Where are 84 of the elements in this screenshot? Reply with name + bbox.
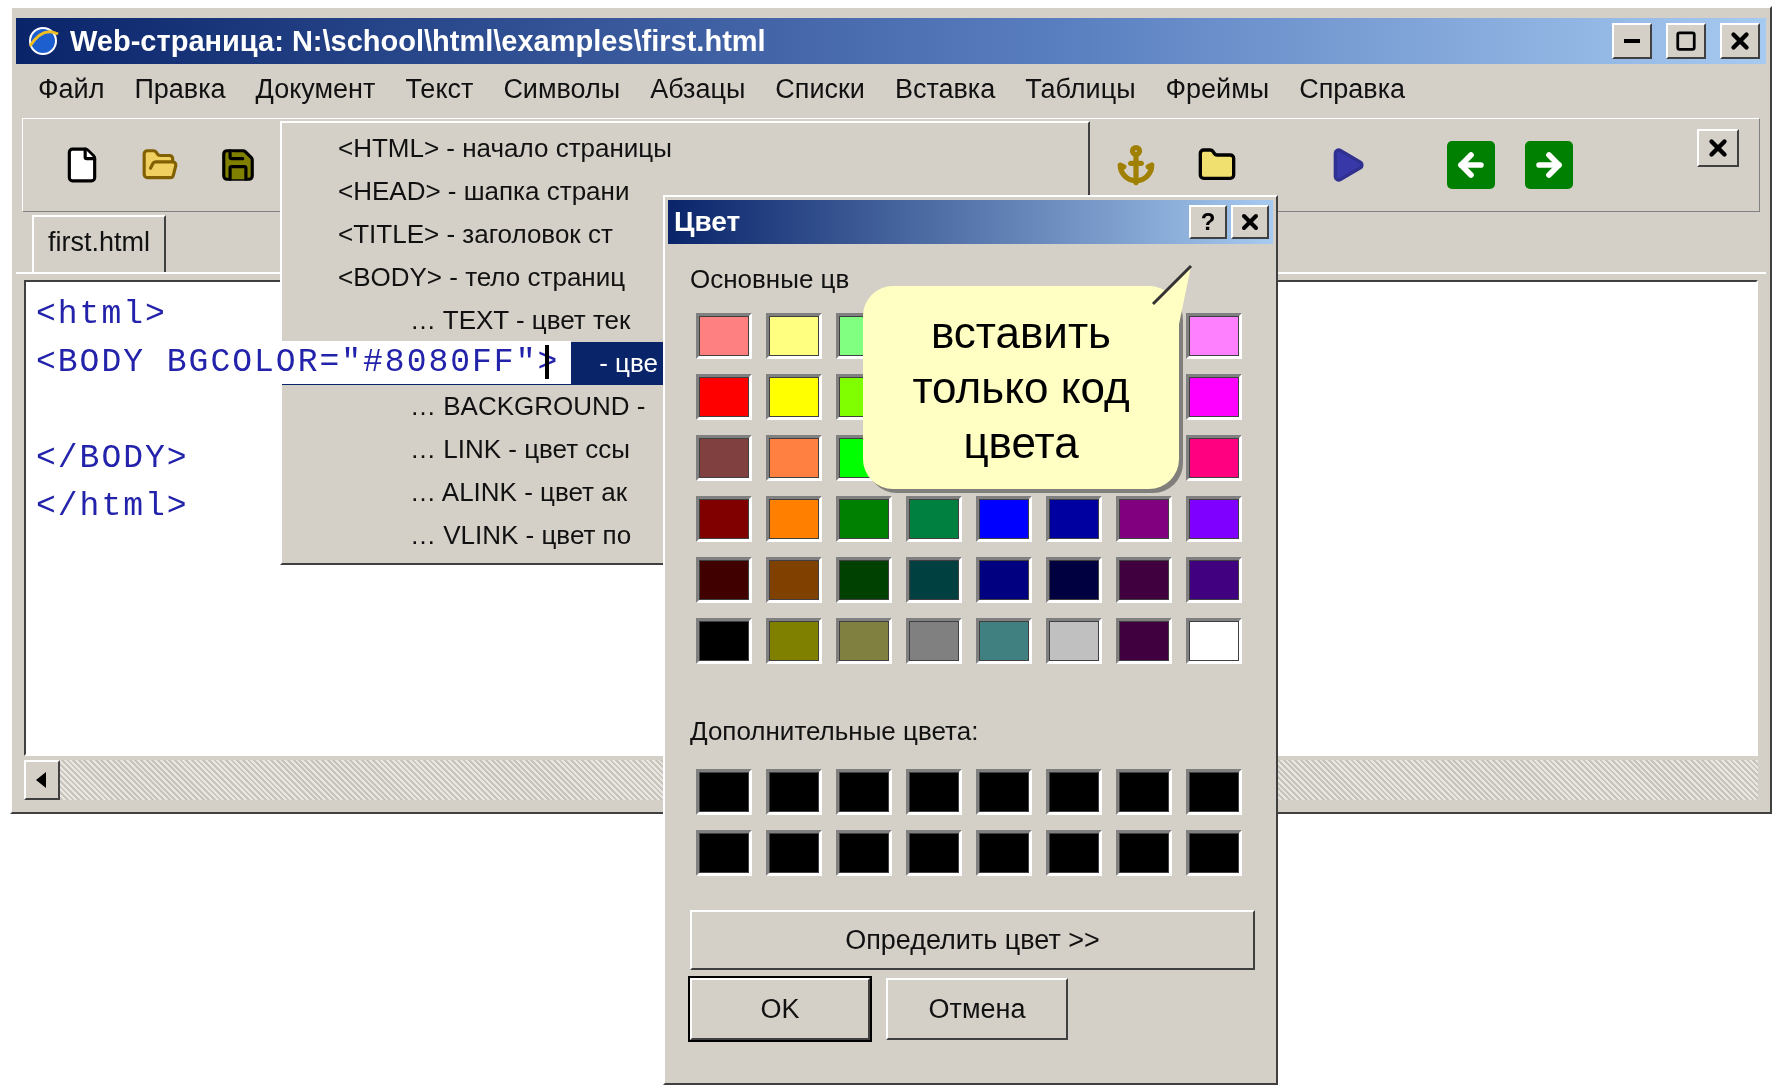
color-swatch[interactable] — [766, 313, 822, 359]
color-swatch[interactable] — [1186, 374, 1242, 420]
color-swatch[interactable] — [766, 374, 822, 420]
window-title: Web-страница: N:\school\html\examples\first.html — [70, 24, 767, 58]
menu-item[interactable]: Документ — [255, 73, 376, 105]
color-swatch[interactable] — [976, 769, 1032, 815]
color-swatch[interactable] — [766, 557, 822, 603]
menu-item[interactable]: <HTML> - начало страницы — [282, 127, 1088, 170]
code-line: <html> — [36, 295, 167, 333]
color-swatch[interactable] — [1186, 435, 1242, 481]
menu-item[interactable]: Вставка — [894, 73, 996, 105]
color-swatch[interactable] — [1116, 830, 1172, 876]
color-swatch[interactable] — [1046, 618, 1102, 664]
custom-colors-label: Дополнительные цвета: — [690, 716, 980, 747]
menu-item[interactable]: Справка — [1299, 73, 1406, 105]
color-swatch[interactable] — [1046, 557, 1102, 603]
menu-item[interactable]: Текст — [405, 73, 474, 105]
color-swatch[interactable] — [1186, 618, 1242, 664]
color-swatch[interactable] — [976, 830, 1032, 876]
color-swatch[interactable] — [696, 435, 752, 481]
color-swatch[interactable] — [696, 496, 752, 542]
color-swatch[interactable] — [906, 769, 962, 815]
file-tab[interactable]: first.html — [32, 215, 166, 272]
color-swatch[interactable] — [906, 830, 962, 876]
color-swatch[interactable] — [1116, 557, 1172, 603]
color-swatch[interactable] — [766, 830, 822, 876]
close-button[interactable] — [1697, 129, 1739, 167]
color-swatch[interactable] — [766, 618, 822, 664]
callout-text: вставить только код цвета — [911, 307, 1131, 469]
color-swatch[interactable] — [1186, 557, 1242, 603]
color-swatch[interactable] — [1186, 313, 1242, 359]
color-swatch[interactable] — [696, 830, 752, 876]
color-swatch[interactable] — [906, 557, 962, 603]
color-swatch[interactable] — [1116, 496, 1172, 542]
color-swatch[interactable] — [766, 496, 822, 542]
menu-item[interactable]: Файл — [38, 73, 105, 105]
color-swatch[interactable] — [976, 557, 1032, 603]
scroll-left-button[interactable] — [24, 760, 60, 800]
color-swatch[interactable] — [696, 557, 752, 603]
color-swatch[interactable] — [1116, 618, 1172, 664]
color-swatch[interactable] — [906, 496, 962, 542]
color-swatch[interactable] — [1186, 830, 1242, 876]
color-swatch[interactable] — [696, 618, 752, 664]
dialog-title: Цвет — [674, 206, 742, 238]
menu-item[interactable]: Правка — [134, 73, 226, 105]
cancel-button[interactable]: Отмена — [886, 978, 1068, 1040]
color-swatch[interactable] — [766, 435, 822, 481]
color-swatch[interactable] — [1116, 769, 1172, 815]
color-swatch[interactable] — [976, 618, 1032, 664]
menu-item[interactable]: Символы — [503, 73, 621, 105]
menu-item[interactable]: Абзацы — [650, 73, 746, 105]
color-swatch[interactable] — [1186, 769, 1242, 815]
code-line: </html> — [36, 487, 189, 525]
close-button[interactable] — [1231, 205, 1269, 239]
help-button[interactable]: ? — [1189, 205, 1227, 239]
color-swatch[interactable] — [836, 557, 892, 603]
color-swatch[interactable] — [836, 496, 892, 542]
color-swatch[interactable] — [906, 618, 962, 664]
color-swatch[interactable] — [696, 769, 752, 815]
color-swatch[interactable] — [836, 769, 892, 815]
maximize-button[interactable] — [1666, 23, 1706, 59]
code-line: </BODY> — [36, 439, 189, 477]
menu-item[interactable]: Фреймы — [1165, 73, 1270, 105]
left-arrow-icon — [36, 772, 48, 788]
minimize-button[interactable] — [1612, 23, 1652, 59]
color-swatch[interactable] — [1046, 830, 1102, 876]
color-swatch[interactable] — [1186, 496, 1242, 542]
color-swatch[interactable] — [1046, 496, 1102, 542]
color-swatch[interactable] — [766, 769, 822, 815]
save-icon[interactable] — [219, 146, 257, 184]
menu-item[interactable]: Таблицы — [1025, 73, 1136, 105]
ok-button[interactable]: OK — [690, 978, 870, 1040]
color-swatch[interactable] — [696, 374, 752, 420]
menu-item[interactable]: Списки — [775, 73, 865, 105]
color-swatch[interactable] — [976, 496, 1032, 542]
close-button[interactable] — [1720, 23, 1760, 59]
color-swatch[interactable] — [696, 313, 752, 359]
minimize-icon — [1624, 39, 1640, 43]
maximize-icon — [1675, 30, 1697, 52]
define-color-button[interactable]: Определить цвет >> — [690, 910, 1255, 970]
color-swatch[interactable] — [836, 830, 892, 876]
color-swatch[interactable] — [836, 618, 892, 664]
globe-icon — [26, 24, 60, 58]
color-swatch[interactable] — [1046, 769, 1102, 815]
